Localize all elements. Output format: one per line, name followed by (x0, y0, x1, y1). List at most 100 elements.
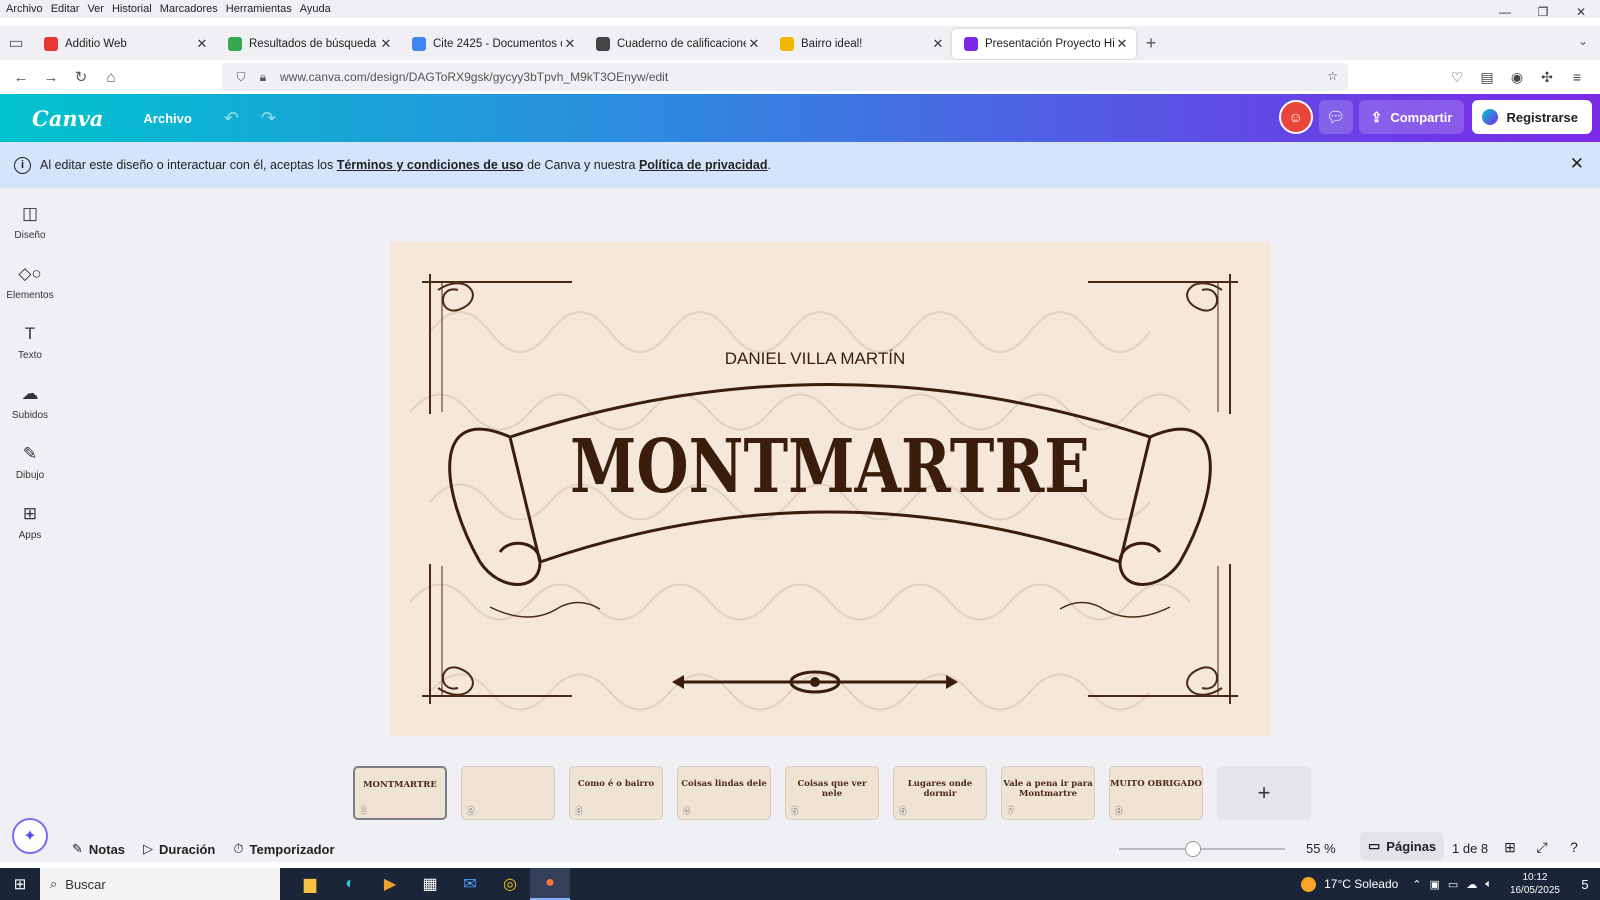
chevron-down-icon[interactable]: ⌄ (1578, 34, 1588, 48)
menu-editar[interactable]: Editar (51, 3, 80, 15)
close-tab-icon[interactable]: ✕ (746, 36, 762, 52)
edge-icon[interactable]: ◐ (330, 868, 370, 900)
clock[interactable]: 10:12 16/05/2025 (1510, 871, 1560, 897)
zoom-slider-handle[interactable] (1185, 841, 1201, 857)
taskbar-search[interactable]: ⌕ Buscar (40, 868, 280, 900)
minimize-button[interactable]: — (1486, 0, 1524, 24)
chevron-up-icon[interactable]: ⌃ (1412, 878, 1421, 891)
home-icon[interactable]: ⌂ (96, 62, 126, 92)
timer-button[interactable]: ⏱ Temporizador (233, 841, 334, 857)
tab-cite-docs[interactable]: Cite 2425 - Documentos de Go✕ (400, 29, 584, 59)
close-tab-icon[interactable]: ✕ (378, 36, 394, 52)
firefox-icon[interactable]: ● (530, 868, 570, 900)
menu-ver[interactable]: Ver (87, 3, 104, 15)
tab-bairro[interactable]: Bairro ideal! ✕ (768, 29, 952, 59)
mail-icon[interactable]: ✉ (450, 868, 490, 900)
tab-google-search[interactable]: Resultados de búsqueda - Goog✕ (216, 29, 400, 59)
url-bar[interactable]: ⛉ 🔒︎ www.canva.com/design/DAGToRX9gsk/gy… (222, 63, 1348, 91)
google-drive-favicon-icon (228, 37, 242, 51)
redo-icon[interactable]: ↷ (261, 108, 276, 129)
bookmark-star-icon[interactable]: ☆ (1327, 69, 1338, 83)
pages-button[interactable]: ▭ Páginas (1360, 832, 1445, 860)
thumbnail-page-6[interactable]: Lugares onde dormir 6 (893, 766, 987, 820)
restore-button[interactable]: ❐ (1524, 0, 1562, 24)
fullscreen-icon[interactable]: ⤢ (1526, 839, 1558, 856)
tab-list-icon[interactable]: ▭ (0, 26, 32, 60)
rail-item-diseno[interactable]: ◫ Diseño (0, 192, 60, 252)
menu-archivo[interactable]: Archivo (6, 3, 43, 15)
rail-item-subidos[interactable]: ☁ Subidos (0, 372, 60, 432)
avatar[interactable]: ☺ (1278, 100, 1313, 134)
help-icon[interactable]: ? (1558, 839, 1590, 856)
share-button[interactable]: ⇪ Compartir (1358, 100, 1465, 134)
menu-icon[interactable]: ≡ (1562, 62, 1592, 92)
menu-ayuda[interactable]: Ayuda (300, 3, 331, 15)
rail-item-texto[interactable]: T Texto (0, 312, 60, 372)
thumbnail-page-5[interactable]: Coisas que ver nele 5 (785, 766, 879, 820)
reload-icon[interactable]: ↻ (66, 62, 96, 92)
comment-icon[interactable]: 💬︎ (1318, 100, 1353, 134)
weather-widget[interactable]: 17°C Soleado (1301, 876, 1398, 892)
thumbnail-page-3[interactable]: Como é o bairro 3 (569, 766, 663, 820)
store-icon[interactable]: ▦ (410, 868, 450, 900)
thumbnail-page-7[interactable]: Vale a pena ir para Montmartre 7 (1001, 766, 1095, 820)
duration-button[interactable]: ▷ Duración (143, 841, 215, 857)
camera-icon[interactable]: ▣ (1430, 878, 1440, 891)
rail-item-apps[interactable]: ⊞ Apps (0, 492, 60, 552)
rail-item-elementos[interactable]: ◇○ Elementos (0, 252, 60, 312)
back-icon[interactable]: ← (6, 62, 36, 92)
canva-logo[interactable]: Canva (32, 106, 103, 131)
register-button[interactable]: Registrarse (1472, 100, 1592, 134)
tab-presentacion[interactable]: Presentación Proyecto Historia✕ (952, 29, 1136, 59)
zoom-level[interactable]: 55 % (1306, 841, 1336, 856)
windows-start-icon[interactable]: ⊞ (0, 868, 40, 900)
notes-button[interactable]: ✎ Notas (72, 841, 125, 857)
author-name[interactable]: DANIEL VILLA MARTÍN (725, 349, 905, 368)
thumbnail-page-4[interactable]: Coisas lindas dele 4 (677, 766, 771, 820)
shield-icon[interactable]: ⛉ (230, 70, 252, 85)
pocket-icon[interactable]: ♡ (1442, 62, 1472, 92)
magic-assistant-icon[interactable]: ✦ (12, 818, 48, 854)
zoom-slider-track[interactable] (1119, 848, 1285, 850)
notice-text: Al editar este diseño o interactuar con … (40, 158, 334, 172)
media-app-icon[interactable]: ▶ (370, 868, 410, 900)
thumbnail-page-2[interactable]: 2 (461, 766, 555, 820)
extensions-icon[interactable]: ✣ (1532, 62, 1562, 92)
close-tab-icon[interactable]: ✕ (930, 36, 946, 52)
privacy-link[interactable]: Política de privacidad (639, 158, 768, 172)
thumbnail-page-1[interactable]: MONTMARTRE 1 (353, 766, 447, 820)
close-tab-icon[interactable]: ✕ (1114, 36, 1130, 52)
close-notice-icon[interactable]: ✕ (1570, 154, 1584, 174)
reader-view-icon[interactable]: ▤ (1472, 62, 1502, 92)
volume-icon[interactable]: 🔈︎ (1485, 878, 1492, 891)
page-indicator[interactable]: 1 de 8 (1452, 841, 1488, 856)
new-tab-button[interactable]: + (1136, 33, 1166, 54)
rail-item-dibujo[interactable]: ✎ Dibujo (0, 432, 60, 492)
slide-title[interactable]: MONTMARTRE (570, 424, 1090, 510)
archivo-menu-button[interactable]: Archivo (143, 111, 191, 126)
url-text[interactable]: www.canva.com/design/DAGToRX9gsk/gycyy3b… (280, 70, 668, 84)
onedrive-icon[interactable]: ☁ (1466, 878, 1477, 891)
add-page-button[interactable]: + (1217, 766, 1311, 820)
thumbnail-page-8[interactable]: MUITO OBRIGADO 8 (1109, 766, 1203, 820)
tab-cuaderno[interactable]: Cuaderno de calificaciones de 2✕ (584, 29, 768, 59)
menu-marcadores[interactable]: Marcadores (160, 3, 218, 15)
undo-icon[interactable]: ↶ (224, 108, 239, 129)
grid-view-icon[interactable]: ⊞ (1494, 839, 1526, 856)
forward-icon[interactable]: → (36, 62, 66, 92)
left-rail: ◫ Diseño ◇○ Elementos T Texto ☁ Subidos ✎ Dib… (0, 188, 60, 862)
file-explorer-icon[interactable]: ▆ (290, 868, 330, 900)
tab-additio[interactable]: Additio Web ✕ (32, 29, 216, 59)
menu-historial[interactable]: Historial (112, 3, 152, 15)
menu-herramientas[interactable]: Herramientas (226, 3, 292, 15)
lock-icon[interactable]: 🔒︎ (252, 70, 274, 85)
chrome-icon[interactable]: ◎ (490, 868, 530, 900)
network-icon[interactable]: ▭ (1448, 878, 1458, 891)
close-tab-icon[interactable]: ✕ (562, 36, 578, 52)
close-tab-icon[interactable]: ✕ (194, 36, 210, 52)
slide-canvas[interactable]: DANIEL VILLA MARTÍN MONTMARTRE (390, 242, 1270, 736)
close-window-button[interactable]: ✕ (1562, 0, 1600, 24)
account-icon[interactable]: ◉ (1502, 62, 1532, 92)
notifications-icon[interactable]: 5 (1570, 877, 1600, 892)
terms-link[interactable]: Términos y condiciones de uso (337, 158, 524, 172)
